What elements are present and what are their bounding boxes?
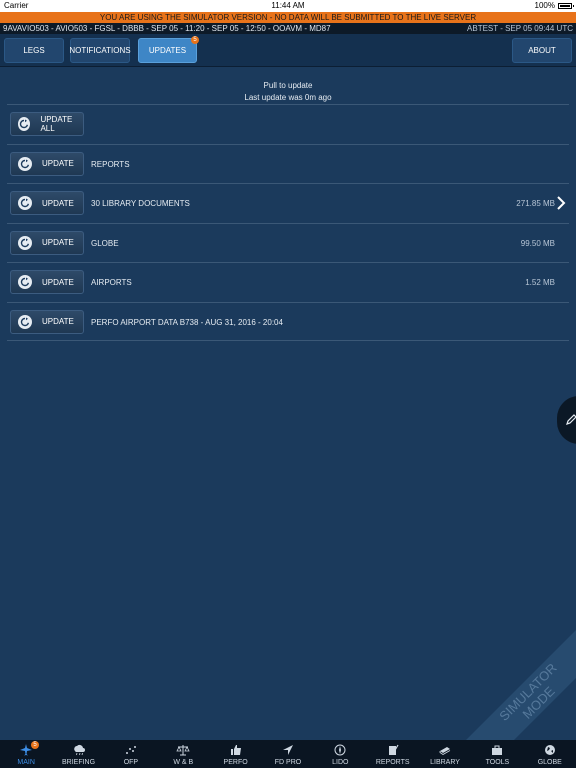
flight-details: 9AVAVIO503 - AVIO503 - FGSL - DBBB - SEP… [3,24,331,33]
route-dots-icon [125,746,136,754]
pen-icon [565,414,576,425]
refresh-icon [18,196,32,210]
update-globe-button[interactable]: UPDATE [10,230,84,255]
update-item-size: 1.52 MB [525,278,555,287]
update-button-label: UPDATE [42,238,74,247]
update-button-label: UPDATE [42,198,74,208]
pull-hint: Pull to update [263,81,313,90]
battery-icon [558,2,574,9]
tab-legs-label: LEGS [23,46,45,55]
clipboard-pen-icon [388,744,399,755]
annotation-pen-handle[interactable] [557,396,576,444]
update-item-label: GLOBE [91,238,119,248]
battery-percent: 100% [534,1,555,10]
update-item-label: 30 LIBRARY DOCUMENTS [91,199,190,208]
update-button-label: UPDATE [42,317,74,326]
last-update-text: Last update was 0m ago [244,93,332,102]
nav-globe[interactable]: GLOBE [524,740,576,768]
update-item-label: REPORTS [91,159,130,169]
nav-lido-label: LIDO [332,759,349,766]
user-timestamp: ABTEST - SEP 05 09:44 UTC [467,24,573,33]
nav-wb-label: W & B [173,759,194,766]
nav-ofp[interactable]: OFP [105,740,157,768]
nav-reports[interactable]: REPORTS [367,740,419,768]
bottom-nav: MAIN 5 BRIEFING OFP W & B PERFO FD PRO L… [0,740,576,768]
flight-info-bar: 9AVAVIO503 - AVIO503 - FGSL - DBBB - SEP… [0,23,576,34]
nav-fdpro-label: FD PRO [274,759,302,766]
refresh-icon [18,275,32,289]
update-row: UPDATE AIRPORTS 1.52 MB [7,262,569,302]
updates-count-badge: 5 [191,36,199,44]
simulator-warning-banner: YOU ARE USING THE SIMULATOR VERSION - NO… [0,12,576,23]
toolbox-icon [492,745,503,755]
globe-icon [544,745,555,755]
update-item-label: AIRPORTS [91,278,132,287]
update-button-label: UPDATE [42,277,74,287]
nav-ofp-label: OFP [123,759,139,766]
nav-tools[interactable]: TOOLS [471,740,523,768]
nav-library[interactable]: LIBRARY [419,740,471,768]
nav-main-label: MAIN [17,759,35,766]
nav-main[interactable]: MAIN 5 [0,740,52,768]
nav-lido[interactable]: LIDO [314,740,366,768]
main-badge: 5 [31,741,39,749]
refresh-icon [18,156,32,171]
tab-notifications[interactable]: NOTIFICATIONS [69,38,131,63]
cloud-rain-icon [73,744,85,756]
update-row: UPDATE REPORTS [7,143,569,184]
nav-reports-label: REPORTS [375,759,410,766]
update-row: UPDATE PERFO AIRPORT DATA B738 - AUG 31,… [7,301,569,341]
tab-about-label: ABOUT [528,46,556,55]
refresh-icon [18,117,31,131]
refresh-icon [18,314,32,329]
nav-fdpro[interactable]: FD PRO [262,740,314,768]
nav-perfo-label: PERFO [223,759,248,766]
update-airports-button[interactable]: UPDATE [10,270,84,294]
tab-legs[interactable]: LEGS [4,38,64,63]
update-all-label: UPDATE ALL [40,115,73,133]
compass-icon [334,744,346,756]
clock-label: 11:44 AM [271,1,305,10]
update-perfo-button[interactable]: UPDATE [10,309,84,334]
tab-notifications-label: NOTIFICATIONS [69,46,131,55]
tab-updates[interactable]: UPDATES 5 [138,36,199,63]
simulator-mode-watermark: SIMULATOR MODE [466,630,576,740]
update-item-label: PERFO AIRPORT DATA B738 - AUG 31, 2016 -… [91,317,283,327]
nav-briefing-label: BRIEFING [62,759,96,766]
tab-updates-label: UPDATES [148,46,187,55]
nav-tools-label: TOOLS [485,759,510,766]
nav-perfo[interactable]: PERFO [209,740,261,768]
tab-about[interactable]: ABOUT [512,38,572,63]
thumbs-up-icon [230,745,241,755]
updates-list: UPDATE ALL UPDATE REPORTS UPDATE 30 LIBR… [7,104,569,341]
book-icon [439,747,451,755]
refresh-icon [18,235,32,250]
scale-icon [176,745,190,756]
top-tab-bar: LEGS NOTIFICATIONS UPDATES 5 ABOUT [0,34,576,67]
nav-briefing[interactable]: BRIEFING [52,740,104,768]
chevron-right-icon[interactable] [556,195,566,211]
pull-to-update: Pull to update Last update was 0m ago [0,80,576,104]
update-library-button[interactable]: UPDATE [10,191,84,215]
nav-wb[interactable]: W & B [157,740,209,768]
update-item-size: 99.50 MB [520,238,555,248]
ios-status-bar: Carrier 11:44 AM 100% [0,0,576,12]
update-item-size: 271.85 MB [516,199,555,208]
navigation-arrow-icon [282,745,293,755]
update-row: UPDATE GLOBE 99.50 MB [7,222,569,263]
update-button-label: UPDATE [42,159,74,168]
battery-indicator: 100% [534,1,574,10]
nav-globe-label: GLOBE [537,759,562,766]
update-all-button[interactable]: UPDATE ALL [10,112,84,136]
nav-library-label: LIBRARY [430,759,460,766]
update-row[interactable]: UPDATE 30 LIBRARY DOCUMENTS 271.85 MB [7,183,569,223]
update-reports-button[interactable]: UPDATE [10,151,84,176]
update-all-row: UPDATE ALL [7,104,569,144]
